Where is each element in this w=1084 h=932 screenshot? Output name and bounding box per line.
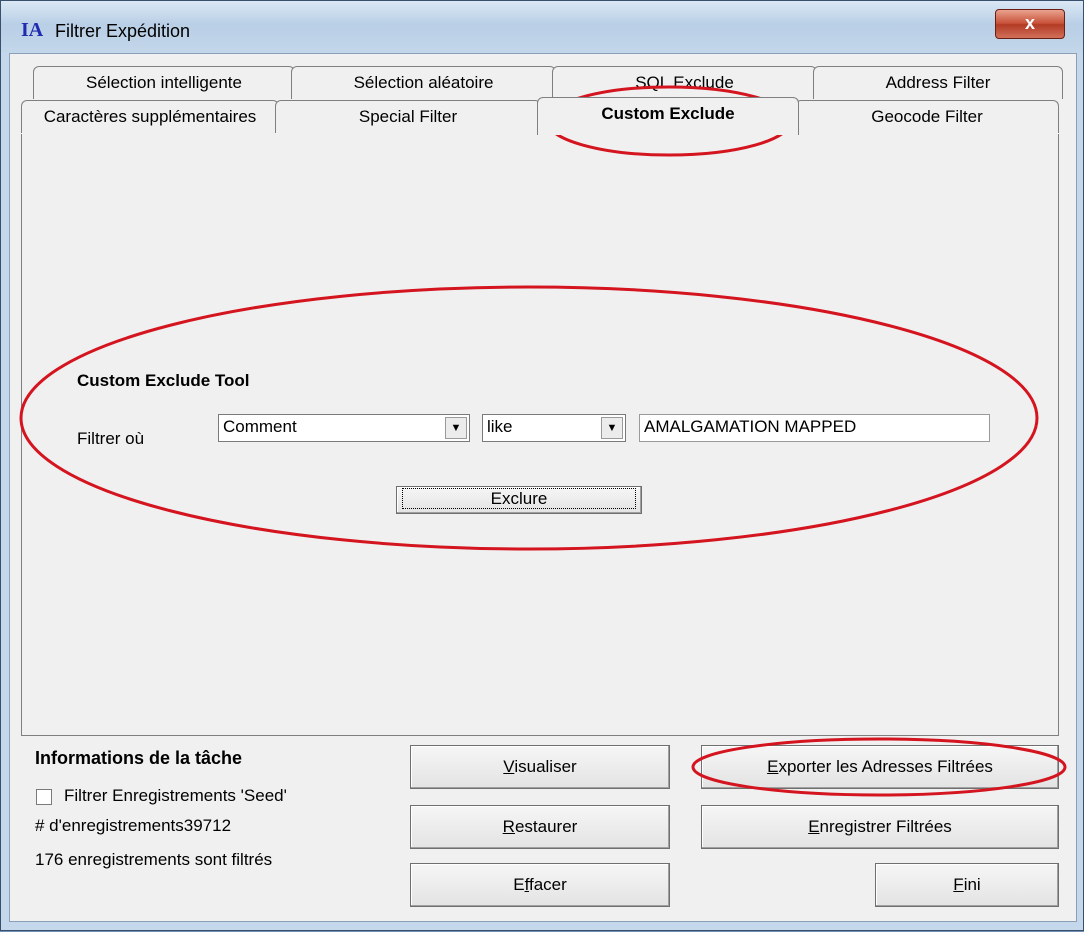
effacer-button[interactable]: Effacer xyxy=(410,863,670,907)
tab-label: Address Filter xyxy=(885,73,991,92)
save-filtered-label: Enregistrer Filtrées xyxy=(808,817,952,836)
tab-label: Geocode Filter xyxy=(871,107,983,126)
chevron-down-icon[interactable]: ▼ xyxy=(601,417,623,439)
visualiser-button[interactable]: Visualiser xyxy=(410,745,670,789)
value-input-text: AMALGAMATION MAPPED xyxy=(644,417,857,436)
visualiser-label: Visualiser xyxy=(503,757,577,776)
task-info-heading: Informations de la tâche xyxy=(35,748,243,768)
tab-label: Sélection aléatoire xyxy=(353,73,494,92)
effacer-label: Effacer xyxy=(513,875,567,894)
restaurer-button[interactable]: Restaurer xyxy=(410,805,670,849)
window-title: Filtrer Expédition xyxy=(55,21,191,41)
export-label: Exporter les Adresses Filtrées xyxy=(767,757,993,776)
tab-label: Special Filter xyxy=(358,107,458,126)
save-filtered-button[interactable]: Enregistrer Filtrées xyxy=(701,805,1059,849)
restaurer-label: Restaurer xyxy=(502,817,578,836)
tab-label: Caractères supplémentaires xyxy=(43,107,257,126)
title-bar[interactable]: IA Filtrer Expédition x xyxy=(1,1,1083,53)
exclude-button[interactable]: Exclure xyxy=(396,486,642,514)
tab-label: Sélection intelligente xyxy=(86,73,242,92)
app-logo-icon: IA xyxy=(21,19,44,41)
tab-label: Custom Exclude xyxy=(601,104,735,123)
export-filtered-addresses-button[interactable]: Exporter les Adresses Filtrées xyxy=(701,745,1059,789)
dialog-window: IA Filtrer Expédition x Sélection intell… xyxy=(0,0,1084,931)
operator-select-value: like xyxy=(487,417,513,436)
filtered-status: 176 enregistrements sont filtrés xyxy=(35,850,273,869)
value-input[interactable]: AMALGAMATION MAPPED xyxy=(639,414,990,442)
seed-checkbox[interactable] xyxy=(36,789,52,805)
tab-sql-exclude[interactable]: SQL Exclude xyxy=(552,66,817,99)
record-count: # d'enregistrements39712 xyxy=(35,816,232,835)
close-icon: x xyxy=(1024,13,1035,33)
filter-where-label: Filtrer où xyxy=(77,429,145,448)
tab-selection-intelligente[interactable]: Sélection intelligente xyxy=(33,66,295,99)
exclude-button-label: Exclure xyxy=(401,488,637,509)
tab-address-filter[interactable]: Address Filter xyxy=(813,66,1063,99)
tab-label: SQL Exclude xyxy=(635,73,734,92)
seed-checkbox-label: Filtrer Enregistrements 'Seed' xyxy=(64,786,287,805)
close-button[interactable]: x xyxy=(995,9,1065,39)
tab-caracteres-supplementaires[interactable]: Caractères supplémentaires xyxy=(21,100,279,133)
tab-selection-aleatoire[interactable]: Sélection aléatoire xyxy=(291,66,556,99)
chevron-down-icon[interactable]: ▼ xyxy=(445,417,467,439)
tab-geocode-filter[interactable]: Geocode Filter xyxy=(795,100,1059,133)
tab-special-filter[interactable]: Special Filter xyxy=(275,100,541,133)
field-select[interactable]: Comment ▼ xyxy=(218,414,470,442)
custom-exclude-heading: Custom Exclude Tool xyxy=(77,371,250,390)
operator-select[interactable]: like ▼ xyxy=(482,414,626,442)
fini-button[interactable]: Fini xyxy=(875,863,1059,907)
tab-custom-exclude[interactable]: Custom Exclude xyxy=(537,97,799,135)
fini-label: Fini xyxy=(953,875,981,894)
field-select-value: Comment xyxy=(223,417,297,436)
